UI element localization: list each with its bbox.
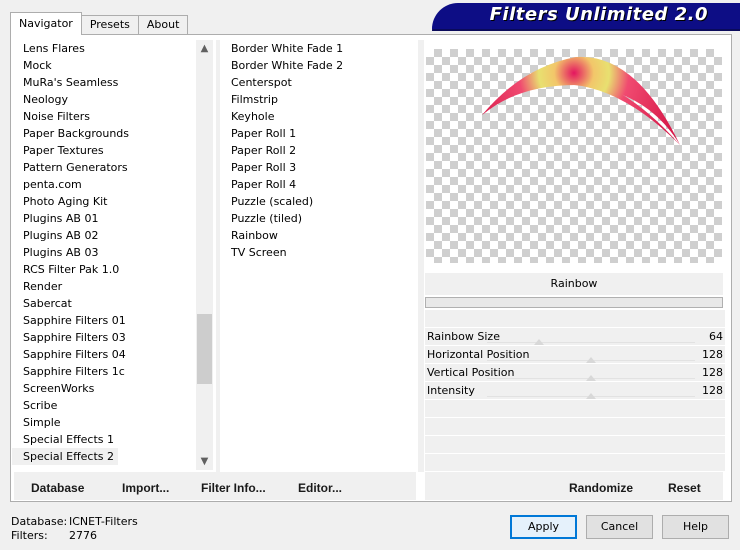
- category-item[interactable]: Sapphire Filters 04: [12, 346, 212, 363]
- parameter-label: Intensity: [427, 384, 475, 397]
- parameter-slot-empty: [425, 400, 725, 418]
- category-item[interactable]: Sabercat: [12, 295, 212, 312]
- reset-button[interactable]: Reset: [668, 481, 701, 495]
- category-item[interactable]: Scribe: [12, 397, 212, 414]
- filters-count-value: 2776: [69, 529, 97, 542]
- slider-thumb-icon[interactable]: [534, 339, 544, 345]
- tab-bar: Navigator Presets About: [10, 12, 189, 35]
- database-toolbar: Database Import... Filter Info... Editor…: [14, 472, 416, 500]
- filter-item[interactable]: Puzzle (scaled): [220, 193, 418, 210]
- parameter-value: 64: [709, 330, 723, 343]
- filter-name-label: Rainbow: [550, 277, 598, 290]
- parameter-slot-empty: [425, 454, 725, 472]
- category-item[interactable]: Sapphire Filters 01: [12, 312, 212, 329]
- filter-item[interactable]: Centerspot: [220, 74, 418, 91]
- parameter-slider[interactable]: Rainbow Size 64: [425, 328, 725, 346]
- editor-button[interactable]: Editor...: [298, 481, 342, 495]
- filter-control-bar: [425, 297, 723, 308]
- filter-item[interactable]: Paper Roll 4: [220, 176, 418, 193]
- database-value: ICNET-Filters: [69, 515, 138, 528]
- category-item[interactable]: Noise Filters: [12, 108, 212, 125]
- scroll-down-icon[interactable]: ▼: [196, 453, 213, 470]
- panel-divider: [418, 40, 424, 472]
- category-item[interactable]: Mock: [12, 57, 212, 74]
- tab-navigator[interactable]: Navigator: [10, 12, 82, 35]
- parameter-value: 128: [702, 366, 723, 379]
- filter-item[interactable]: Paper Roll 1: [220, 125, 418, 142]
- category-item[interactable]: ScreenWorks: [12, 380, 212, 397]
- parameter-panel: Rainbow Size 64 Horizontal Position 128 Vert…: [425, 310, 725, 472]
- cancel-button[interactable]: Cancel: [586, 515, 653, 539]
- category-item[interactable]: Sapphire Filters 1c: [12, 363, 212, 380]
- filter-item[interactable]: Rainbow: [220, 227, 418, 244]
- app-title: Filters Unlimited 2.0: [489, 4, 708, 25]
- scroll-thumb[interactable]: [197, 314, 212, 384]
- slider-thumb-icon[interactable]: [586, 393, 596, 399]
- filter-list[interactable]: Border White Fade 1 Border White Fade 2 Ce…: [220, 40, 418, 472]
- category-item[interactable]: MuRa's Seamless: [12, 74, 212, 91]
- randomize-button[interactable]: Randomize: [569, 481, 633, 495]
- category-item[interactable]: Special Effects 2: [12, 448, 119, 465]
- rainbow-preview-graphic: [482, 56, 680, 146]
- category-item[interactable]: Lens Flares: [12, 40, 212, 57]
- parameter-slot-empty: [425, 418, 725, 436]
- filter-item[interactable]: TV Screen: [220, 244, 418, 261]
- filter-item[interactable]: Paper Roll 3: [220, 159, 418, 176]
- parameter-spacer: [425, 310, 725, 328]
- parameter-slider[interactable]: Vertical Position 128: [425, 364, 725, 382]
- category-item[interactable]: Plugins AB 03: [12, 244, 212, 261]
- parameter-slider[interactable]: Horizontal Position 128: [425, 346, 725, 364]
- category-item[interactable]: Paper Backgrounds: [12, 125, 212, 142]
- filter-item[interactable]: Puzzle (tiled): [220, 210, 418, 227]
- slider-track[interactable]: [487, 342, 695, 343]
- app-banner: Filters Unlimited 2.0: [432, 3, 740, 29]
- filter-item[interactable]: Keyhole: [220, 108, 418, 125]
- category-item[interactable]: Neology: [12, 91, 212, 108]
- parameter-slot-empty: [425, 436, 725, 454]
- category-item[interactable]: RCS Filter Pak 1.0: [12, 261, 212, 278]
- database-label: Database:: [11, 515, 68, 528]
- category-item[interactable]: Sapphire Filters 03: [12, 329, 212, 346]
- filter-name-panel: Rainbow: [425, 273, 723, 295]
- slider-thumb-icon[interactable]: [586, 375, 596, 381]
- database-button[interactable]: Database: [31, 481, 84, 495]
- category-list[interactable]: Lens Flares Mock MuRa's Seamless Neology Noi…: [12, 40, 212, 468]
- parameter-toolbar: Randomize Reset: [425, 472, 723, 500]
- filters-count-label: Filters:: [11, 529, 48, 542]
- slider-thumb-icon[interactable]: [586, 357, 596, 363]
- status-area: Database: ICNET-Filters Filters: 2776: [11, 515, 138, 543]
- parameter-value: 128: [702, 384, 723, 397]
- apply-button[interactable]: Apply: [510, 515, 577, 539]
- parameter-value: 128: [702, 348, 723, 361]
- scroll-up-icon[interactable]: ▲: [196, 40, 213, 57]
- tab-presets[interactable]: Presets: [80, 15, 139, 35]
- parameter-slider[interactable]: Intensity 128: [425, 382, 725, 400]
- category-item[interactable]: penta.com: [12, 176, 212, 193]
- category-item[interactable]: Plugins AB 02: [12, 227, 212, 244]
- category-item[interactable]: Plugins AB 01: [12, 210, 212, 227]
- category-item[interactable]: Photo Aging Kit: [12, 193, 212, 210]
- filter-item[interactable]: Border White Fade 1: [220, 40, 418, 57]
- filter-item[interactable]: Paper Roll 2: [220, 142, 418, 159]
- category-item[interactable]: Render: [12, 278, 212, 295]
- filter-info-button[interactable]: Filter Info...: [201, 481, 266, 495]
- category-scrollbar[interactable]: ▲ ▼: [196, 40, 213, 470]
- filter-item[interactable]: Filmstrip: [220, 91, 418, 108]
- category-item[interactable]: Simple: [12, 414, 212, 431]
- import-button[interactable]: Import...: [122, 481, 169, 495]
- filter-item[interactable]: Border White Fade 2: [220, 57, 418, 74]
- preview-image: [426, 49, 722, 263]
- category-item[interactable]: Paper Textures: [12, 142, 212, 159]
- tab-about[interactable]: About: [137, 15, 189, 35]
- category-item[interactable]: Pattern Generators: [12, 159, 212, 176]
- category-item[interactable]: Special Effects 1: [12, 431, 212, 448]
- help-button[interactable]: Help: [662, 515, 729, 539]
